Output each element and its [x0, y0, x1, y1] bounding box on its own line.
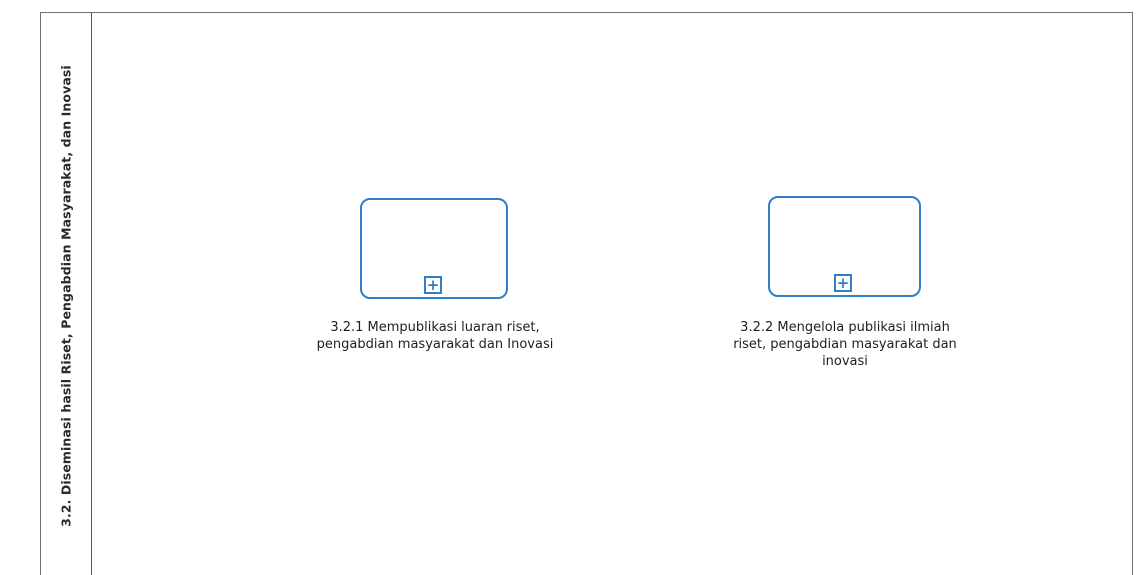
lane-title: 3.2. Diseminasi hasil Riset, Pengabdian …	[58, 65, 74, 527]
task-label-line: riset, pengabdian masyarakat dan	[733, 337, 957, 352]
expand-marker: +	[836, 274, 850, 292]
subprocess-task-3-2-1[interactable]: +	[360, 198, 508, 299]
task-label-line: pengabdian masyarakat dan Inovasi	[316, 337, 554, 352]
plus-icon[interactable]: +	[834, 274, 852, 292]
task-label-line: inovasi	[822, 354, 868, 369]
task-label-line: 3.2.2 Mengelola publikasi ilmiah	[740, 320, 950, 335]
expand-marker: +	[426, 276, 440, 294]
pool-frame	[40, 12, 1133, 575]
plus-icon[interactable]: +	[424, 276, 442, 294]
task-label-line: 3.2.1 Mempublikasi luaran riset,	[330, 320, 540, 335]
task-label-3-2-2: 3.2.2 Mengelola publikasi ilmiah riset, …	[700, 319, 990, 370]
subprocess-task-3-2-2[interactable]: +	[768, 196, 921, 297]
task-label-3-2-1: 3.2.1 Mempublikasi luaran riset, pengabd…	[290, 319, 580, 353]
